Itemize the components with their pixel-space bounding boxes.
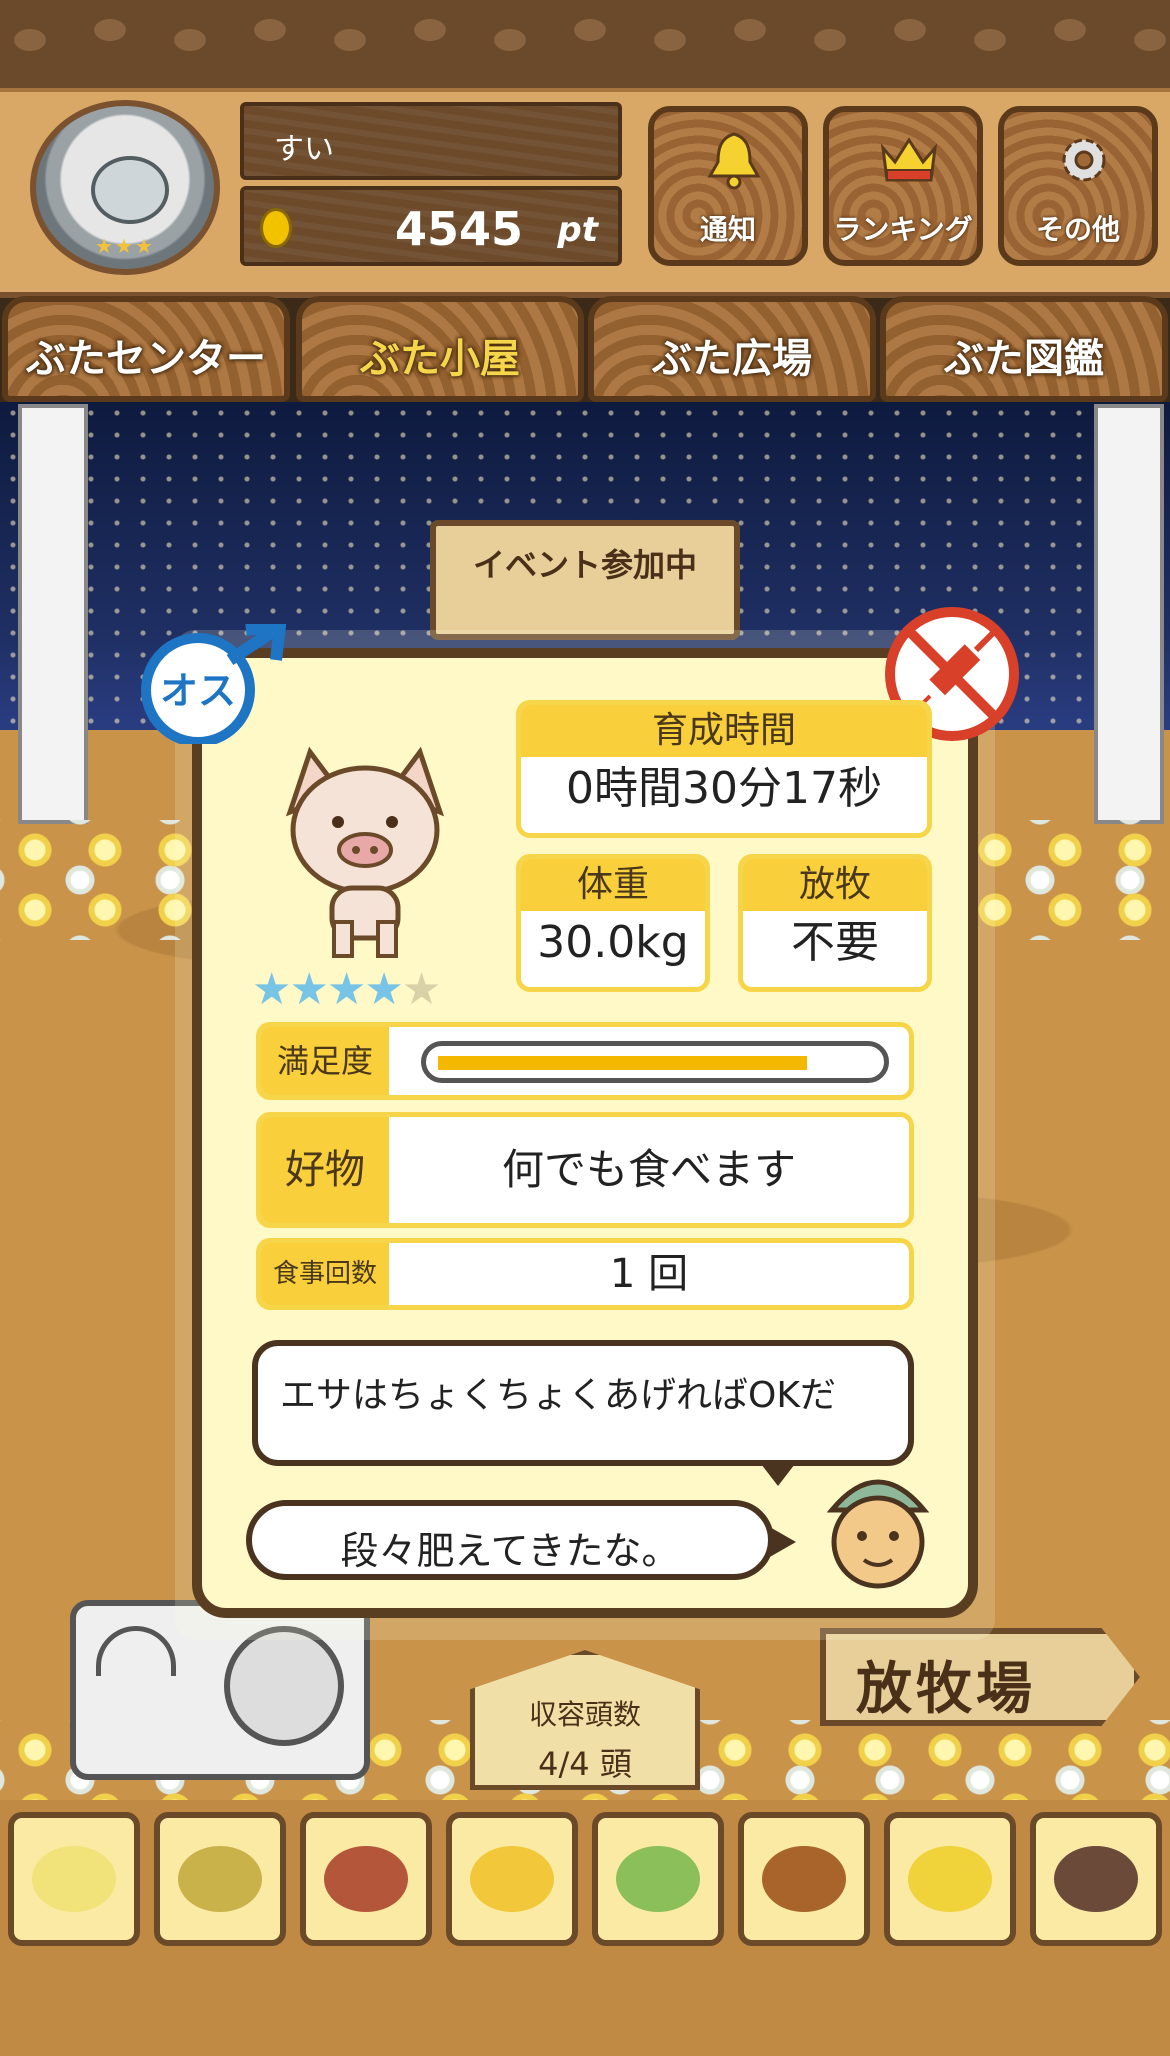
tab-buta-encyclopedia[interactable]: ぶた図鑑 xyxy=(880,296,1168,402)
capacity-value: 4/4 頭 xyxy=(538,1745,632,1783)
flowers-decoration xyxy=(0,820,200,940)
tab-label: ぶた小屋 xyxy=(360,336,520,382)
food-slot[interactable] xyxy=(884,1812,1016,1946)
favorite-value: 何でも食べます xyxy=(501,1145,796,1194)
rank-stars-icon: ★★★ xyxy=(95,234,155,258)
bean-plate-icon xyxy=(908,1846,992,1912)
capacity-label: 収容頭数 xyxy=(528,1698,641,1731)
tab-buta-plaza[interactable]: ぶた広場 xyxy=(588,296,876,402)
advice-speech-bubble: エサはちょくちょくあげればOKだ xyxy=(252,1340,914,1486)
rating-star-icon: ★ xyxy=(252,964,291,1015)
points-unit: pt xyxy=(557,210,598,250)
tab-label: ぶた広場 xyxy=(652,336,812,382)
food-slot[interactable] xyxy=(738,1812,870,1946)
rating-star-icon: ★ xyxy=(364,964,403,1015)
event-sign-label: イベント参加中 xyxy=(472,546,697,584)
tab-buta-hut[interactable]: ぶた小屋 xyxy=(296,296,584,402)
pasture-sign-label: 放牧場 xyxy=(856,1657,1036,1722)
pasture-sign-button[interactable]: 放牧場 xyxy=(820,1628,1140,1726)
crown-icon xyxy=(880,137,938,182)
meatball-plate-icon xyxy=(1054,1846,1138,1912)
growth-time-label: 育成時間 xyxy=(651,710,796,751)
advice-text: エサはちょくちょくあげればOKだ xyxy=(280,1375,836,1416)
fan-icon xyxy=(224,1626,344,1746)
notification-label: 通知 xyxy=(699,213,756,246)
favorite-label: 好物 xyxy=(261,1117,389,1223)
other-label: その他 xyxy=(1035,213,1120,246)
growth-time-box: 育成時間 0時間30分17秒 xyxy=(516,700,932,838)
sex-label: オス xyxy=(160,669,236,713)
growth-time-value: 0時間30分17秒 xyxy=(566,763,882,814)
satisfaction-bar xyxy=(421,1041,889,1083)
weight-box: 体重 30.0kg xyxy=(516,854,710,992)
comment-speech-bubble: 段々肥えてきたな。 xyxy=(246,1500,796,1580)
points-value: 4545 xyxy=(394,202,523,256)
points-panel: 4545 pt xyxy=(240,186,622,266)
pig-portrait-icon xyxy=(285,746,445,958)
ranking-button[interactable]: ランキング xyxy=(823,106,983,266)
food-slot[interactable] xyxy=(592,1812,724,1946)
food-slot[interactable] xyxy=(154,1812,286,1946)
event-sign[interactable]: イベント参加中 xyxy=(430,520,740,640)
food-slot[interactable] xyxy=(300,1812,432,1946)
comment-text: 段々肥えてきたな。 xyxy=(340,1529,680,1573)
satisfaction-label: 満足度 xyxy=(261,1027,389,1095)
gear-icon xyxy=(1062,138,1106,182)
weight-value: 30.0kg xyxy=(537,917,689,968)
ranking-label: ランキング xyxy=(833,213,973,246)
satisfaction-row: 満足度 xyxy=(256,1022,914,1100)
satisfaction-bar-fill xyxy=(438,1056,807,1070)
player-name-panel: すい xyxy=(240,102,622,180)
tab-label: ぶた図鑑 xyxy=(944,336,1104,382)
meals-value: 1 回 xyxy=(609,1251,689,1297)
tab-buta-center[interactable]: ぶたセンター xyxy=(2,296,290,402)
vegetables-icon xyxy=(616,1846,700,1912)
other-button[interactable]: その他 xyxy=(998,106,1158,266)
rating-star-icon: ★ xyxy=(401,964,441,1015)
player-avatar[interactable]: ★★★ xyxy=(30,100,220,275)
rating-star-icon: ★ xyxy=(326,964,366,1015)
food-slot[interactable] xyxy=(1030,1812,1162,1946)
tab-label: ぶたセンター xyxy=(26,336,266,382)
left-pillar xyxy=(18,404,88,824)
favorite-food-row: 好物 何でも食べます xyxy=(256,1112,914,1228)
grazing-box: 放牧 不要 xyxy=(738,854,932,992)
food-slot[interactable] xyxy=(446,1812,578,1946)
rating-star-icon: ★ xyxy=(289,964,328,1015)
thermometer-gauge-icon xyxy=(96,1626,176,1676)
grazing-label: 放牧 xyxy=(798,864,871,905)
meals-label: 食事回数 xyxy=(261,1243,389,1305)
meal-count-row: 食事回数 1 回 xyxy=(256,1238,914,1310)
bell-icon xyxy=(707,132,761,190)
acorn-icon xyxy=(762,1846,846,1912)
mixed-grain-icon xyxy=(178,1846,262,1912)
farmer-face-icon xyxy=(826,1479,930,1589)
food-slot[interactable] xyxy=(8,1812,140,1946)
top-pattern-band xyxy=(0,0,1170,88)
weight-label: 体重 xyxy=(576,864,649,905)
pig-rating-stars: ★★★★★ xyxy=(252,964,441,1015)
corn-icon xyxy=(470,1846,554,1912)
male-badge-icon: オス xyxy=(141,624,287,744)
grain-pile-icon xyxy=(32,1846,116,1912)
grazing-value: 不要 xyxy=(791,917,879,968)
player-name: すい xyxy=(274,132,334,167)
right-pillar xyxy=(1094,404,1164,824)
notification-button[interactable]: 通知 xyxy=(648,106,808,266)
sweet-potato-icon xyxy=(324,1846,408,1912)
coin-icon xyxy=(260,208,292,248)
pig-face-icon xyxy=(91,156,169,224)
